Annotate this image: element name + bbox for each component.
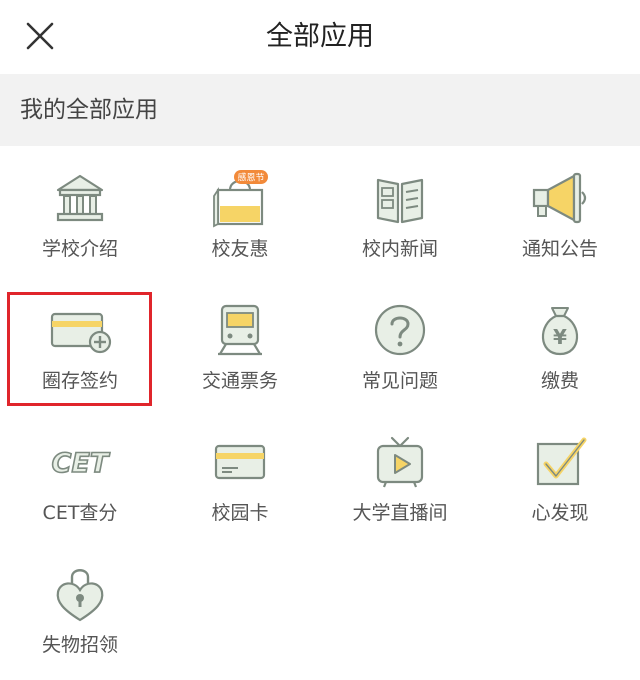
app-payment[interactable]: ¥ 缴费 (480, 278, 640, 410)
app-label: 缴费 (540, 370, 579, 392)
app-live-stream[interactable]: 大学直播间 (320, 410, 480, 542)
app-label: 校友惠 (211, 238, 269, 260)
checkbox-check-icon (530, 432, 590, 492)
app-transport-tickets[interactable]: 交通票务 (160, 278, 320, 410)
app-campus-card[interactable]: 校园卡 (160, 410, 320, 542)
cet-glyph: CET (52, 448, 111, 479)
app-cet-score[interactable]: CET CET查分 (0, 410, 160, 542)
app-label: CET查分 (42, 502, 118, 524)
app-label: 大学直播间 (352, 502, 448, 524)
shopping-bag-icon: 感恩节 (210, 168, 270, 228)
app-lost-found[interactable]: 失物招领 (0, 542, 160, 674)
app-label: 心发现 (531, 502, 589, 524)
app-label: 通知公告 (521, 238, 598, 260)
app-alumni-benefit[interactable]: 感恩节 校友惠 (160, 146, 320, 278)
badge-text: 感恩节 (237, 172, 264, 184)
campus-card-icon (210, 432, 270, 492)
section-header: 我的全部应用 (0, 74, 640, 146)
cet-text-icon: CET (50, 432, 112, 492)
app-label: 校园卡 (211, 502, 269, 524)
money-bag-icon: ¥ (530, 300, 590, 360)
app-label: 圈存签约 (41, 370, 118, 392)
question-icon (370, 300, 430, 360)
app-card-transfer[interactable]: 圈存签约 (0, 278, 160, 410)
app-label: 校内新闻 (361, 238, 438, 260)
app-notices[interactable]: 通知公告 (480, 146, 640, 278)
card-add-icon (50, 300, 112, 360)
app-label: 学校介绍 (41, 238, 118, 260)
newspaper-icon (370, 168, 430, 228)
app-campus-news[interactable]: 校内新闻 (320, 146, 480, 278)
megaphone-icon (530, 168, 590, 228)
app-label: 交通票务 (201, 370, 278, 392)
train-icon (210, 300, 270, 360)
page-title: 全部应用 (266, 21, 374, 52)
app-faq[interactable]: 常见问题 (320, 278, 480, 410)
app-label: 常见问题 (361, 370, 438, 392)
app-label: 失物招领 (41, 634, 118, 656)
app-header: 全部应用 (0, 0, 640, 74)
section-title: 我的全部应用 (20, 97, 158, 123)
heart-lock-icon (50, 564, 110, 624)
yen-glyph: ¥ (553, 325, 567, 349)
app-heart-discovery[interactable]: 心发现 (480, 410, 640, 542)
tv-play-icon (370, 432, 430, 492)
bank-icon (50, 168, 110, 228)
app-school-intro[interactable]: 学校介绍 (0, 146, 160, 278)
